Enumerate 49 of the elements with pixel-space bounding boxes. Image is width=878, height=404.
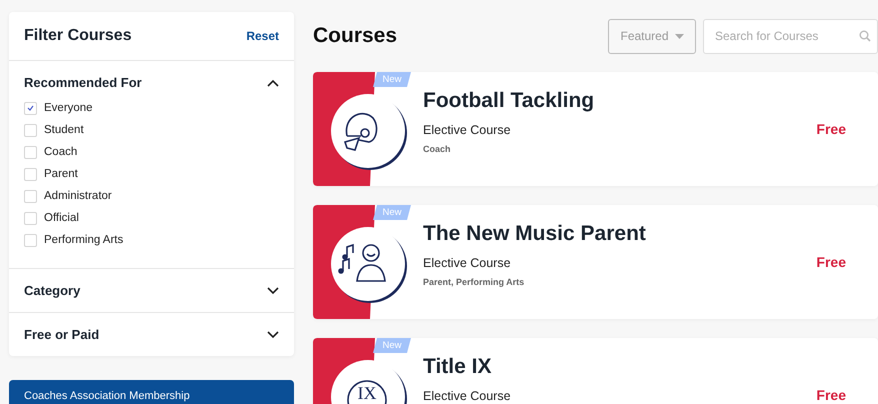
new-badge: New [373,338,411,353]
checkbox[interactable] [24,234,37,246]
monogram-icon: IX [347,380,387,404]
course-card[interactable]: New IX Title IX Elective Course Free [313,338,878,404]
checkbox[interactable] [24,168,37,180]
filter-section-header[interactable]: Free or Paid [24,313,279,356]
filter-title: Filter Courses [24,27,132,45]
course-type: Elective Course [423,389,512,404]
option-label[interactable]: Student [44,124,84,136]
checkbox[interactable] [24,146,37,158]
course-type: Elective Course [423,123,512,138]
chevron-down-icon [267,286,279,294]
membership-banner[interactable]: Coaches Association Membership [9,380,294,404]
caret-icon [674,34,684,38]
person-music-icon [338,244,386,282]
course-card[interactable]: New Football Tackling Elective Course Coach Free [313,72,878,186]
page-title: Courses [313,24,398,48]
checkbox[interactable] [24,124,37,136]
course-card[interactable]: New The New Music Parent Elective Course Parent, Performing Arts Free [313,205,878,319]
filter-section-header[interactable]: Recommended For [24,61,279,104]
option-label[interactable]: Everyone [44,102,93,114]
course-tags: Parent, Performing Arts [423,277,816,288]
checkbox[interactable] [24,102,37,114]
option-label[interactable]: Parent [44,168,78,180]
course-tags: Coach [423,144,816,154]
option-label[interactable]: Administrator [44,190,112,202]
helmet-icon [344,112,378,151]
chevron-down-icon [267,330,279,338]
filter-section-header[interactable]: Category [24,269,279,312]
option-label[interactable]: Official [44,212,79,224]
course-title[interactable]: Football Tackling [423,89,816,114]
course-price: Free [816,254,846,270]
new-badge: New [373,72,411,87]
checkbox[interactable] [24,190,37,202]
course-title[interactable]: Title IX [423,355,816,380]
course-type: Elective Course [423,256,512,270]
banner-title: Coaches Association Membership [24,390,190,402]
checkbox[interactable] [24,212,37,224]
course-price: Free [816,387,846,403]
course-price: Free [816,121,846,137]
chevron-up-icon [267,78,279,86]
search-box[interactable]: Search for Courses [703,18,878,54]
checkmark-icon [27,105,34,111]
new-badge: New [373,205,411,220]
option-label[interactable]: Performing Arts [44,234,124,246]
course-title[interactable]: The New Music Parent [423,222,816,246]
search-icon [859,30,871,42]
reset-link[interactable]: Reset [246,29,279,43]
option-label[interactable]: Coach [44,146,78,158]
